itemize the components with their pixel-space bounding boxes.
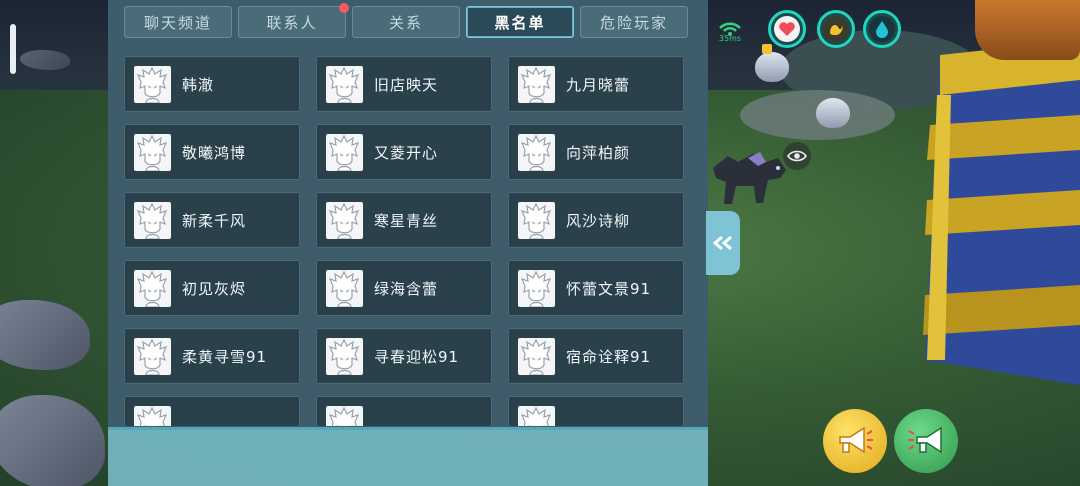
blacklist-entry[interactable]: 旧店映天 xyxy=(316,56,492,112)
avatar xyxy=(326,338,363,375)
avatar xyxy=(326,66,363,103)
panel-divider xyxy=(108,427,708,430)
avatar xyxy=(326,270,363,307)
blacklist-entry[interactable] xyxy=(124,396,300,426)
panel-body: 聊天频道 联系人 关系 黑名单 危险玩家 韩澈 旧店映天 九月晓蕾敬曦鸿博 又菱开心 向… xyxy=(108,0,708,428)
blacklist-entry[interactable]: 新柔千风 xyxy=(124,192,300,248)
blacklist-entry[interactable]: 怀蕾文景91 xyxy=(508,260,684,316)
tab-label: 联系人 xyxy=(266,13,318,32)
blacklist-entry[interactable]: 柔黄寻雪91 xyxy=(124,328,300,384)
blacklist-entry[interactable]: 寒星青丝 xyxy=(316,192,492,248)
player-name: 又菱开心 xyxy=(374,144,439,162)
collapse-panel-button[interactable] xyxy=(706,211,740,275)
blacklist-entry[interactable]: 宿命诠释91 xyxy=(508,328,684,384)
golden-pillar xyxy=(923,40,1080,385)
wolf-creature xyxy=(713,152,786,204)
blacklist-entry[interactable]: 韩澈 xyxy=(124,56,300,112)
blacklist-entry[interactable]: 风沙诗柳 xyxy=(508,192,684,248)
player-name: 风沙诗柳 xyxy=(566,212,631,230)
megaphone-icon xyxy=(908,426,942,454)
avatar xyxy=(134,134,171,171)
avatar xyxy=(134,66,171,103)
avatar xyxy=(326,406,363,426)
player-name: 九月晓蕾 xyxy=(566,76,631,94)
player-name: 怀蕾文景91 xyxy=(566,280,652,298)
network-ping: 35ms xyxy=(716,20,744,43)
blacklist-grid[interactable]: 韩澈 旧店映天 九月晓蕾敬曦鸿博 又菱开心 向萍柏颜新柔千风 寒星青丝 风沙诗柳初见灰烬 绿海… xyxy=(116,48,700,426)
tab-blacklist[interactable]: 黑名单 xyxy=(466,6,574,38)
ping-label: 35ms xyxy=(718,34,742,43)
tab-dangerous-players[interactable]: 危险玩家 xyxy=(580,6,688,38)
eye-icon xyxy=(787,150,807,162)
player-name: 初见灰烬 xyxy=(182,280,247,298)
megaphone-icon xyxy=(839,426,873,454)
avatar xyxy=(518,202,555,239)
social-panel: 聊天频道 联系人 关系 黑名单 危险玩家 韩澈 旧店映天 九月晓蕾敬曦鸿博 又菱开心 向… xyxy=(108,0,708,486)
blacklist-entry[interactable]: 九月晓蕾 xyxy=(508,56,684,112)
blacklist-entry[interactable]: 敬曦鸿博 xyxy=(124,124,300,180)
statue xyxy=(975,0,1080,60)
stamina-indicator xyxy=(762,44,772,54)
view-toggle[interactable] xyxy=(783,142,811,170)
tab-label: 关系 xyxy=(388,13,423,32)
player-name: 新柔千风 xyxy=(182,212,247,230)
creature xyxy=(816,98,850,128)
blacklist-entry[interactable]: 初见灰烬 xyxy=(124,260,300,316)
avatar xyxy=(518,406,555,426)
avatar xyxy=(134,202,171,239)
blacklist-entry[interactable]: 又菱开心 xyxy=(316,124,492,180)
tab-label: 黑名单 xyxy=(494,13,546,32)
blacklist-entry[interactable]: 绿海含蕾 xyxy=(316,260,492,316)
avatar xyxy=(518,338,555,375)
hunger-stat[interactable] xyxy=(817,10,855,48)
player-name: 旧店映天 xyxy=(374,76,439,94)
tab-chat-channel[interactable]: 聊天频道 xyxy=(124,6,232,38)
blacklist-entry[interactable]: 向萍柏颜 xyxy=(508,124,684,180)
blacklist-entry[interactable] xyxy=(316,396,492,426)
player-name: 向萍柏颜 xyxy=(566,144,631,162)
tab-contacts[interactable]: 联系人 xyxy=(238,3,349,38)
tab-label: 危险玩家 xyxy=(599,13,668,32)
player-name: 绿海含蕾 xyxy=(374,280,439,298)
thirst-stat[interactable] xyxy=(863,10,901,48)
stomach-icon xyxy=(830,25,843,36)
player-name: 寻春迎松91 xyxy=(374,348,460,366)
avatar xyxy=(134,406,171,426)
double-chevron-left-icon xyxy=(712,235,732,251)
avatar xyxy=(518,134,555,171)
tab-relations[interactable]: 关系 xyxy=(352,6,460,38)
tab-label: 聊天频道 xyxy=(143,13,212,32)
health-stat[interactable] xyxy=(768,10,806,48)
notification-dot xyxy=(339,3,349,13)
creature xyxy=(755,52,789,82)
avatar xyxy=(134,338,171,375)
blacklist-entry[interactable] xyxy=(508,396,684,426)
scroll-handle[interactable] xyxy=(10,24,16,74)
heart-icon xyxy=(779,22,795,36)
water-drop-icon xyxy=(876,21,888,38)
player-name: 敬曦鸿博 xyxy=(182,144,247,162)
avatar xyxy=(326,202,363,239)
player-name: 寒星青丝 xyxy=(374,212,439,230)
player-name: 宿命诠释91 xyxy=(566,348,652,366)
avatar xyxy=(518,270,555,307)
avatar xyxy=(518,66,555,103)
avatar xyxy=(326,134,363,171)
avatar xyxy=(134,270,171,307)
player-name: 柔黄寻雪91 xyxy=(182,348,268,366)
player-name: 韩澈 xyxy=(182,76,215,94)
blacklist-entry[interactable]: 寻春迎松91 xyxy=(316,328,492,384)
world-broadcast-button[interactable] xyxy=(823,409,887,473)
team-broadcast-button[interactable] xyxy=(894,409,958,473)
